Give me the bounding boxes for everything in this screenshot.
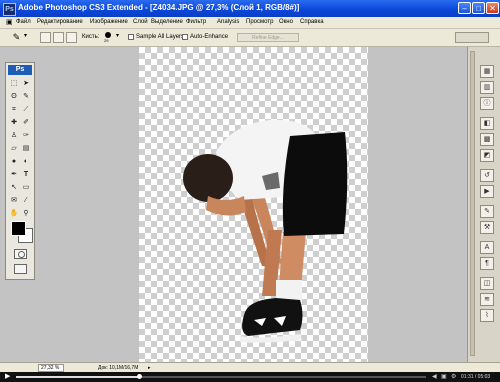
- navigator-panel-icon[interactable]: ▦: [480, 65, 494, 78]
- styles-panel-icon[interactable]: ◩: [480, 149, 494, 162]
- actions-panel-icon[interactable]: ▶: [480, 185, 494, 198]
- settings-icon[interactable]: ⚙: [451, 373, 456, 381]
- info-panel-icon[interactable]: ⓘ: [480, 97, 494, 110]
- playback-time: 01:31 / 05:03: [461, 374, 491, 380]
- histogram-panel-icon[interactable]: ▥: [480, 81, 494, 94]
- canvas-image-subject: [183, 119, 348, 343]
- brushes-panel-icon[interactable]: ✎: [480, 205, 494, 218]
- channels-panel-icon[interactable]: ≋: [480, 293, 494, 306]
- video-player-bar: ▶ ◀ ▣ ⚙ 01:31 / 05:03: [0, 372, 500, 382]
- character-panel-icon[interactable]: A: [480, 241, 494, 254]
- swatches-panel-icon[interactable]: ▩: [480, 133, 494, 146]
- zoom-level-field[interactable]: 27,32 %: [38, 364, 64, 372]
- layers-panel-icon[interactable]: ◫: [480, 277, 494, 290]
- history-panel-icon[interactable]: ↺: [480, 169, 494, 182]
- paths-panel-icon[interactable]: ⌇: [480, 309, 494, 322]
- document-size-info: Док: 10,1M/16,7M: [98, 365, 139, 371]
- panel-dock: ▦ ▥ ⓘ ◧ ▩ ◩ ↺ ▶ ✎ ⚒ A ¶ ◫ ≋ ⌇: [467, 47, 500, 362]
- vertical-scrollbar[interactable]: [470, 51, 475, 356]
- paragraph-panel-icon[interactable]: ¶: [480, 257, 494, 270]
- tool-presets-panel-icon[interactable]: ⚒: [480, 221, 494, 234]
- fullscreen-icon[interactable]: ▣: [441, 373, 447, 381]
- seek-progress: [16, 376, 139, 378]
- seek-handle[interactable]: [137, 374, 142, 379]
- play-icon[interactable]: ▶: [5, 373, 10, 381]
- color-panel-icon[interactable]: ◧: [480, 117, 494, 130]
- status-menu-arrow-icon[interactable]: ▸: [148, 365, 151, 372]
- volume-icon[interactable]: ◀: [432, 373, 437, 381]
